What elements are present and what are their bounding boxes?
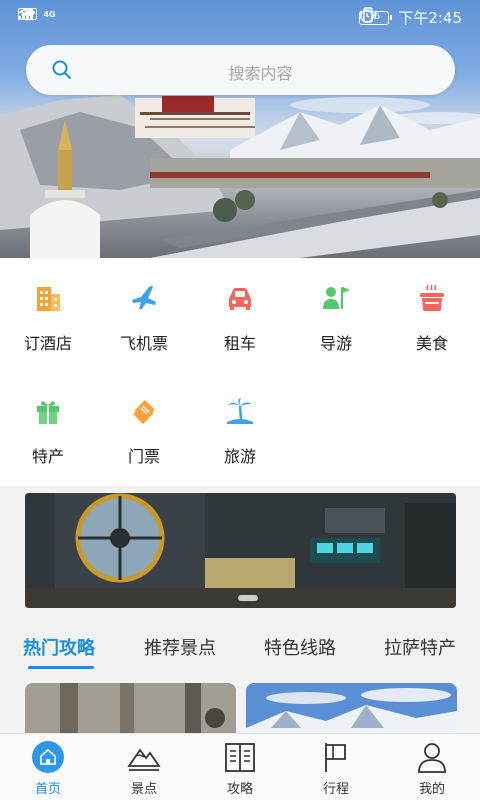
nav-scenic-spots[interactable]: 景点 xyxy=(96,740,192,797)
user-icon xyxy=(415,740,449,774)
airplane-icon xyxy=(132,286,156,309)
potala-palace-illustration xyxy=(0,95,480,258)
hero-image[interactable]: HD 4G xyxy=(0,0,480,258)
ticket-icon xyxy=(133,400,155,424)
battery-level: 76 xyxy=(359,10,393,25)
book-icon xyxy=(223,740,257,774)
promo-banner[interactable] xyxy=(25,493,456,608)
nav-label: 行程 xyxy=(322,782,349,797)
carousel-indicator xyxy=(238,595,258,601)
category-grid: 订酒店 飞机票 租车 导游 美食 特产 门票 旅游 xyxy=(0,258,480,486)
category-label: 订酒店 xyxy=(23,334,72,353)
category-label: 门票 xyxy=(127,447,160,466)
tab-lhasa-specialties[interactable]: 拉萨特产 xyxy=(384,634,456,660)
hotel-icon xyxy=(37,287,60,311)
network-type: 4G xyxy=(43,9,56,19)
nav-guides[interactable]: 攻略 xyxy=(192,740,288,797)
active-tab-indicator xyxy=(28,666,94,669)
category-label: 租车 xyxy=(223,334,256,353)
wifi-icon xyxy=(18,8,36,21)
app-screen: HD 4G xyxy=(0,0,480,800)
category-guide[interactable]: 导游 xyxy=(288,283,384,354)
tab-recommended-spots[interactable]: 推荐景点 xyxy=(144,634,216,660)
status-right: 76 下午2:45 xyxy=(359,7,462,28)
car-icon xyxy=(229,288,251,310)
category-travel[interactable]: 旅游 xyxy=(192,396,288,467)
category-label: 导游 xyxy=(319,334,352,353)
status-left: HD 4G xyxy=(18,8,56,21)
category-label: 美食 xyxy=(415,334,448,353)
bottom-navigation: 首页 景点 攻略 行程 我的 xyxy=(0,733,480,800)
home-icon xyxy=(31,740,65,774)
category-ticket[interactable]: 门票 xyxy=(96,396,192,467)
palm-island-icon xyxy=(227,398,253,424)
nav-profile[interactable]: 我的 xyxy=(384,740,480,797)
guide-icon xyxy=(323,287,350,309)
tab-hot-guides[interactable]: 热门攻略 xyxy=(23,634,95,660)
category-label: 飞机票 xyxy=(119,334,168,353)
flag-icon xyxy=(319,740,353,774)
tab-featured-routes[interactable]: 特色线路 xyxy=(264,634,336,660)
nav-home[interactable]: 首页 xyxy=(0,740,96,797)
clock-time: 下午2:45 xyxy=(398,9,462,27)
gift-icon xyxy=(37,401,59,424)
category-label: 特产 xyxy=(31,447,64,466)
nav-label: 首页 xyxy=(34,782,61,797)
search-bar[interactable]: 搜索内容 xyxy=(26,45,455,95)
category-hotel[interactable]: 订酒店 xyxy=(0,283,96,354)
content-tabs: 热门攻略 推荐景点 特色线路 拉萨特产 xyxy=(0,622,480,674)
nav-itinerary[interactable]: 行程 xyxy=(288,740,384,797)
mountain-icon xyxy=(127,740,161,774)
category-flight[interactable]: 飞机票 xyxy=(96,283,192,354)
nav-label: 景点 xyxy=(130,782,157,797)
category-specialty[interactable]: 特产 xyxy=(0,396,96,467)
category-car-rental[interactable]: 租车 xyxy=(192,283,288,354)
banner-illustration xyxy=(25,493,456,608)
nav-label: 攻略 xyxy=(226,782,253,797)
category-label: 旅游 xyxy=(223,447,256,466)
search-placeholder: 搜索内容 xyxy=(228,64,293,83)
food-pot-icon xyxy=(420,284,444,311)
status-bar: HD 4G xyxy=(0,0,480,34)
nav-label: 我的 xyxy=(418,782,445,797)
category-food[interactable]: 美食 xyxy=(384,283,480,354)
